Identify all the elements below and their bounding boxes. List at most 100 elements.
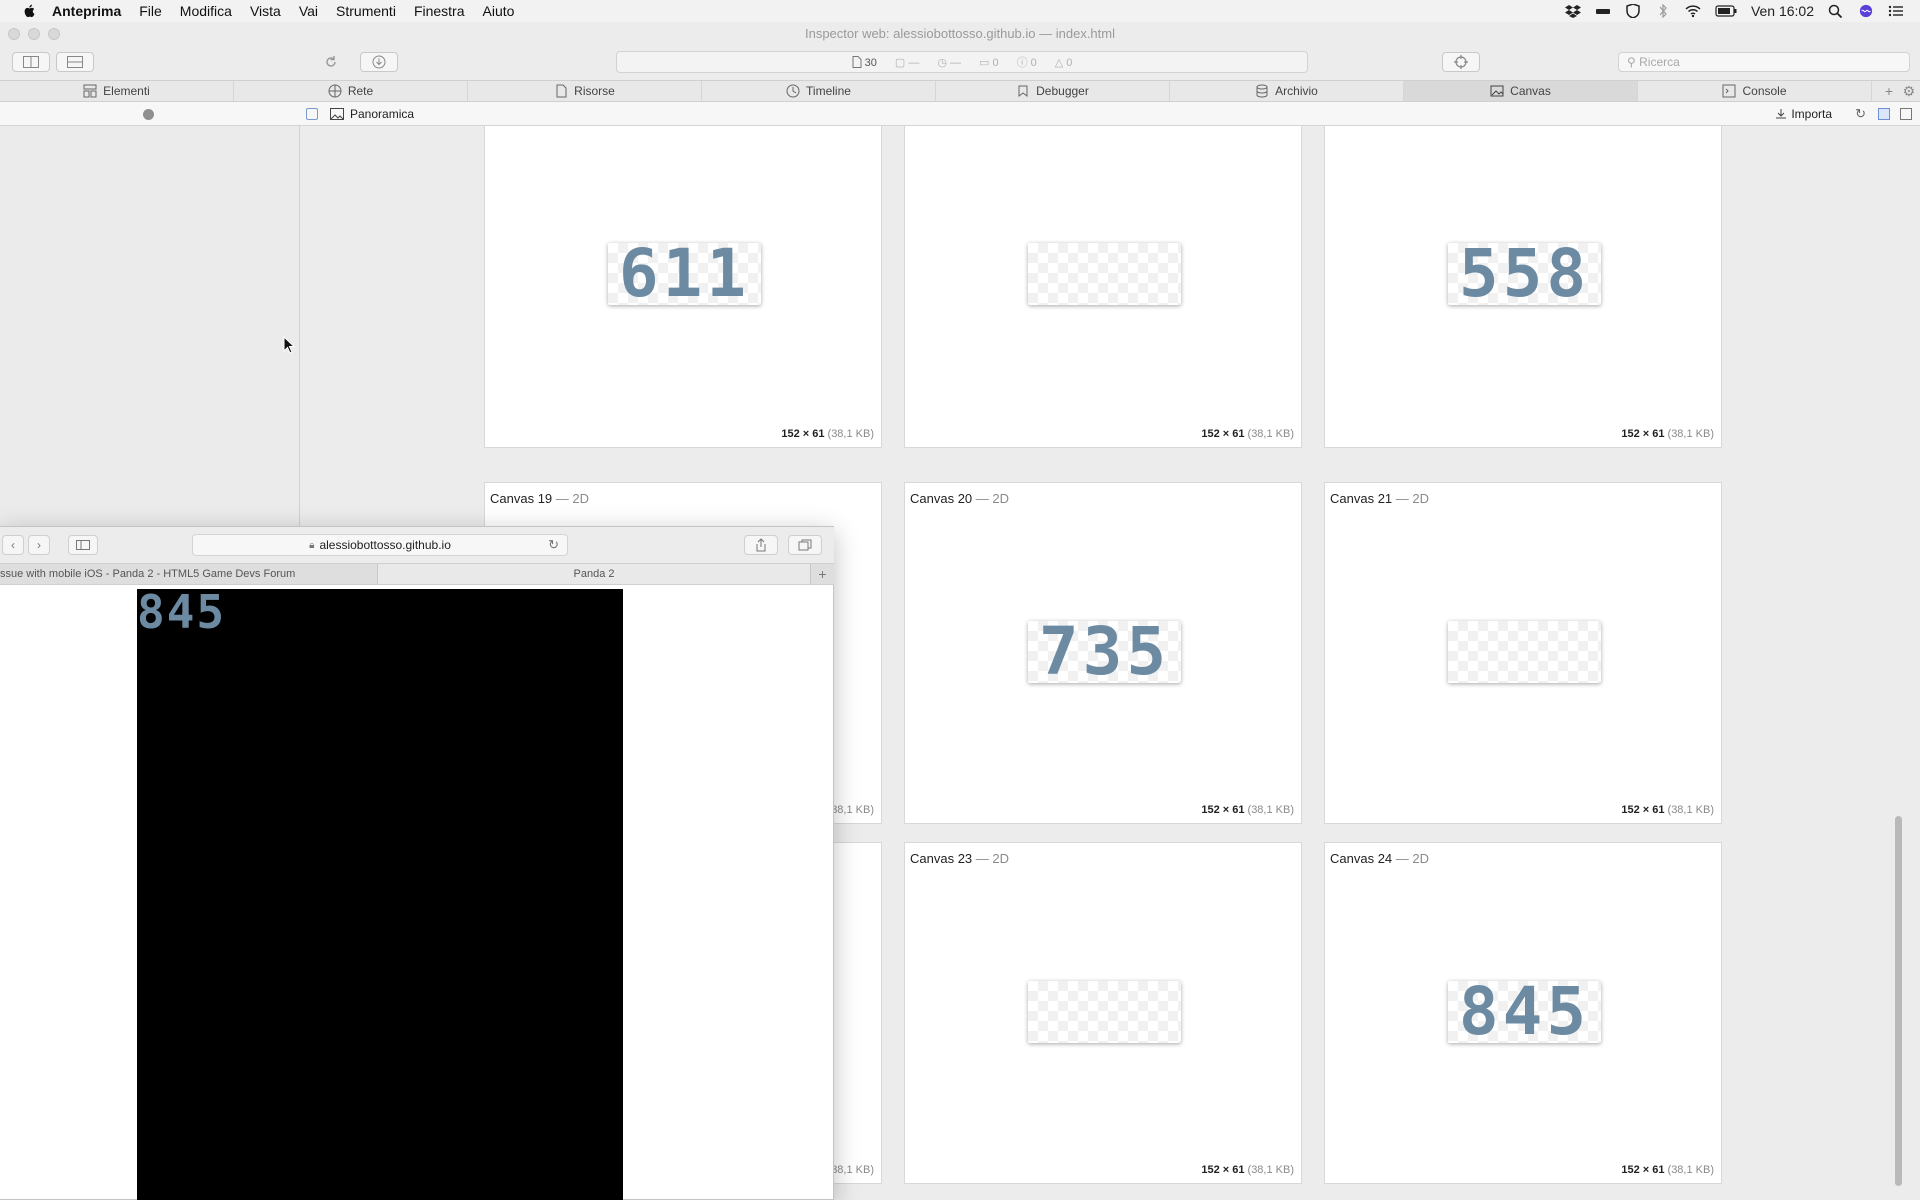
canvas-kb: (38,1 KB) (1667, 1164, 1714, 1176)
tab-elements[interactable]: Elementi (0, 81, 234, 101)
canvas-card[interactable]: 152 × 61 (38,1 KB) (904, 126, 1302, 448)
canvas-header: Canvas 19 — 2D (490, 491, 589, 506)
address-bar[interactable]: 🔒︎ alessiobottosso.github.io ↻ (192, 534, 568, 556)
add-tab-icon[interactable]: + (1885, 83, 1893, 99)
vertical-scrollbar[interactable] (1895, 816, 1902, 1186)
mouse-cursor-icon (283, 336, 295, 354)
menu-window[interactable]: Finestra (414, 3, 465, 19)
canvas-card[interactable]: 558 152 × 61 (38,1 KB) (1324, 126, 1722, 448)
menu-view[interactable]: Vista (250, 3, 281, 19)
import-label: Importa (1791, 107, 1832, 121)
canvas-card[interactable]: 611 152 × 61 (38,1 KB) (484, 126, 882, 448)
battery-bar-icon[interactable] (1595, 4, 1611, 18)
refresh-icon[interactable]: ↻ (1855, 106, 1866, 122)
safari-tab-forum[interactable]: ssue with mobile iOS - Panda 2 - HTML5 G… (0, 564, 378, 584)
address-url: alessiobottosso.github.io (319, 538, 451, 552)
size-value: — (908, 56, 920, 69)
safari-toolbar: ‹ › 🔒︎ alessiobottosso.github.io ↻ (0, 527, 834, 563)
tabs-overview-button[interactable] (788, 535, 822, 555)
import-button[interactable]: Importa (1775, 102, 1832, 126)
tab-network[interactable]: Rete (234, 81, 468, 101)
record-button[interactable] (143, 109, 154, 120)
back-button[interactable]: ‹ (2, 535, 24, 555)
dock-side-icon (23, 56, 39, 68)
sidebar-toggle-icon[interactable] (306, 108, 318, 120)
safari-tab-panda[interactable]: Panda 2 (378, 564, 810, 584)
tab-canvas[interactable]: Canvas (1404, 81, 1638, 101)
canvas-dims: 152 × 61 (1201, 1164, 1245, 1176)
canvas-dims: 152 × 61 (1621, 1164, 1665, 1176)
new-tab-icon[interactable]: + (810, 564, 834, 584)
canvas-thumbnail[interactable] (1448, 621, 1601, 683)
canvas-header: Canvas 20 — 2D (910, 491, 1009, 506)
share-button[interactable] (744, 535, 778, 555)
canvas-card[interactable]: Canvas 24 — 2D 845 152 × 61 (38,1 KB) (1324, 842, 1722, 1184)
canvas-thumbnail[interactable]: 611 (608, 243, 761, 305)
search-field[interactable]: ⚲ Ricerca (1618, 52, 1910, 72)
canvas-score-digits: 845 (1458, 981, 1591, 1043)
reload-icon[interactable]: ↻ (548, 537, 559, 553)
tab-canvas-label: Canvas (1510, 84, 1551, 98)
canvas-card[interactable]: Canvas 23 — 2D 152 × 61 (38,1 KB) (904, 842, 1302, 1184)
details-panel-icon[interactable] (1900, 108, 1912, 120)
canvas-thumbnail[interactable]: 558 (1448, 243, 1601, 305)
canvas-type: — 2D (975, 851, 1010, 866)
canvas-thumbnail[interactable]: 735 (1028, 621, 1181, 683)
lock-icon: 🔒︎ (309, 539, 315, 551)
overview-breadcrumb[interactable]: Panoramica (330, 102, 414, 126)
menu-go[interactable]: Vai (299, 3, 318, 19)
canvas-thumbnail[interactable] (1028, 981, 1181, 1043)
canvas-dims: 152 × 61 (1621, 428, 1665, 440)
siri-icon[interactable] (1858, 4, 1874, 18)
wifi-icon[interactable] (1685, 4, 1701, 18)
canvas-thumbnail[interactable]: 845 (1448, 981, 1601, 1043)
menu-edit[interactable]: Modifica (180, 3, 232, 19)
menu-bar: Anteprima File Modifica Vista Vai Strume… (0, 0, 1920, 22)
dock-side-button[interactable] (12, 52, 50, 72)
image-icon (330, 108, 344, 120)
game-canvas[interactable]: 845 (137, 589, 623, 1200)
dock-bottom-button[interactable] (56, 52, 94, 72)
inspector-toolbar: 30 ▢ — ◷ — ▭ 0 ⓘ 0 △ 0 ⚲ Ricerca (0, 46, 1920, 80)
canvas-thumbnail[interactable] (1028, 243, 1181, 305)
list-icon[interactable] (1888, 4, 1904, 18)
canvas-kb: (38,1 KB) (1247, 428, 1294, 440)
activity-viewer[interactable]: 30 ▢ — ◷ — ▭ 0 ⓘ 0 △ 0 (616, 51, 1308, 73)
inspect-element-button[interactable] (1442, 52, 1480, 72)
battery-icon[interactable] (1715, 4, 1737, 18)
resources-count: 30 (852, 55, 877, 69)
menu-file[interactable]: File (139, 3, 162, 19)
download-archive-button[interactable] (360, 52, 398, 72)
settings-gear-icon[interactable]: ⚙ (1903, 83, 1916, 100)
apple-menu-icon[interactable] (20, 3, 40, 19)
canvas-dims: 152 × 61 (1621, 804, 1665, 816)
tab-debugger[interactable]: Debugger (936, 81, 1170, 101)
canvas-card[interactable]: Canvas 20 — 2D 735 152 × 61 (38,1 KB) (904, 482, 1302, 824)
menu-app-name[interactable]: Anteprima (52, 3, 121, 19)
tab-timeline[interactable]: Timeline (702, 81, 936, 101)
spotlight-icon[interactable] (1828, 4, 1844, 18)
time-indicator: ◷ — (937, 56, 961, 69)
game-score: 845 (137, 589, 227, 639)
menu-tools[interactable]: Strumenti (336, 3, 396, 19)
tab-storage[interactable]: Archivio (1170, 81, 1404, 101)
shield-icon[interactable] (1625, 4, 1641, 18)
canvas-kb: (38,1 KB) (827, 428, 874, 440)
bluetooth-icon[interactable] (1655, 4, 1671, 18)
storage-icon (1256, 84, 1268, 98)
menubar-clock[interactable]: Ven 16:02 (1751, 3, 1814, 19)
tab-bar-extras: + ⚙ (1880, 81, 1920, 101)
canvas-header: Canvas 23 — 2D (910, 851, 1009, 866)
canvas-dims: 152 × 61 (1201, 804, 1245, 816)
tabs-icon (798, 539, 812, 551)
layout-toggle-icon[interactable] (1878, 108, 1890, 120)
tab-resources[interactable]: Risorse (468, 81, 702, 101)
canvas-card[interactable]: Canvas 21 — 2D 152 × 61 (38,1 KB) (1324, 482, 1722, 824)
tab-console[interactable]: Console (1638, 81, 1872, 101)
dropbox-icon[interactable] (1564, 4, 1581, 18)
forward-button[interactable]: › (28, 535, 50, 555)
menu-help[interactable]: Aiuto (483, 3, 515, 19)
sidebar-button[interactable] (68, 535, 98, 555)
reload-page-button[interactable] (312, 52, 350, 72)
logs-value: 0 (992, 56, 999, 69)
